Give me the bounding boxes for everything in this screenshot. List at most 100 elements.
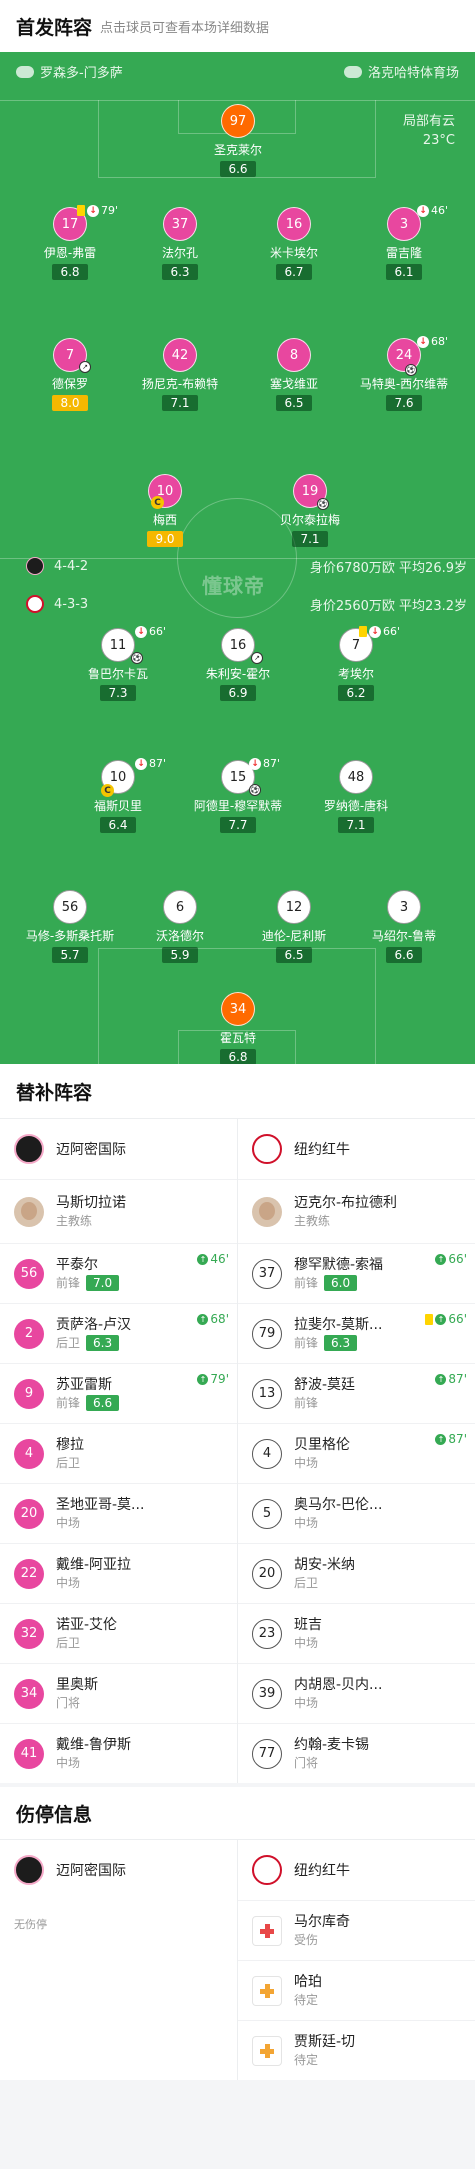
away-injury-column: 纽约红牛 马尔库奇 受伤 哈珀 待定 贾斯廷-切 待定 xyxy=(237,1840,475,2080)
doubtful-icon xyxy=(252,2035,282,2066)
sub-in-time: ↑ 66' xyxy=(435,1252,467,1266)
player-events: ↓ 79' xyxy=(77,204,118,217)
bench-player-row[interactable]: 37 穆罕默德-索福 前锋 6.0 ↑ 66' xyxy=(238,1243,475,1303)
goal-icon: ⚽ xyxy=(249,784,261,796)
player-events: ↓ 87' xyxy=(135,757,166,770)
bench-player-row[interactable]: 23 班吉 中场 xyxy=(238,1603,475,1663)
bench-player-row[interactable]: 13 舒波-莫廷 前锋 ↑ 87' xyxy=(238,1363,475,1423)
bench-player-row[interactable]: 2 贡萨洛-卢汉 后卫 6.3 ↑ 68' xyxy=(0,1303,237,1363)
away-team-row[interactable]: 纽约红牛 xyxy=(238,1119,475,1179)
yellow-card-icon xyxy=(77,205,85,216)
player-number: 97 xyxy=(221,104,255,138)
sub-out-icon: ↓ xyxy=(135,625,147,638)
starting-lineup-header: 首发阵容 点击球员可查看本场详细数据 xyxy=(0,0,475,52)
away-formation: 4-3-3 xyxy=(26,595,88,613)
injury-player-row[interactable]: 马尔库奇 受伤 xyxy=(238,1900,475,1960)
player-home-10[interactable]: 10 C 梅西 9.0 xyxy=(110,474,220,547)
player-home-16[interactable]: 16 米卡埃尔 6.7 xyxy=(239,207,349,280)
team-icon xyxy=(16,65,34,78)
player-events: ↓ 66' xyxy=(135,625,166,638)
home-bench-column: 迈阿密国际 马斯切拉诺 主教练 56 平泰尔 前锋 7.0 ↑ 46' 2 贡萨洛-卢汉… xyxy=(0,1119,237,1783)
sub-out-icon: ↓ xyxy=(135,757,147,770)
doubtful-icon xyxy=(252,1975,282,2006)
player-away-6[interactable]: 6 沃洛德尔 5.9 xyxy=(125,890,235,963)
home-formation: 4-4-2 xyxy=(26,557,88,575)
player-home-24[interactable]: 24 ↓ 68' ⚽ 马特奥-西尔维蒂 7.6 xyxy=(349,335,459,411)
player-events: ↓ 68' xyxy=(417,335,448,348)
away-bench-column: 纽约红牛 迈克尔-布拉德利 主教练 37 穆罕默德-索福 前锋 6.0 ↑ 66' 79… xyxy=(237,1119,475,1783)
away-coach-row[interactable]: 迈克尔-布拉德利 主教练 xyxy=(238,1179,475,1243)
ny-red-bulls-logo-icon xyxy=(252,1134,282,1164)
sub-in-time: ↑ 66' xyxy=(425,1312,467,1326)
sub-in-time: ↑ 46' xyxy=(197,1252,229,1266)
bench-player-row[interactable]: 41 戴维-鲁伊斯 中场 xyxy=(0,1723,237,1783)
assist-icon: ↗ xyxy=(79,361,91,373)
no-injuries-text: 无伤停 xyxy=(14,1918,47,1931)
stadium-icon xyxy=(343,65,362,78)
home-team-row[interactable]: 迈阿密国际 xyxy=(0,1119,237,1179)
player-away-3[interactable]: 3 马绍尔-鲁蒂 6.6 xyxy=(349,890,459,963)
player-home-37[interactable]: 37 法尔孔 6.3 xyxy=(125,207,235,280)
player-home-19[interactable]: 19 ⚽ 贝尔泰拉梅 7.1 xyxy=(255,474,365,547)
weather-info: 局部有云 23°C xyxy=(402,114,455,148)
bench-player-row[interactable]: 20 圣地亚哥-莫... 中场 xyxy=(0,1483,237,1543)
bench-player-row[interactable]: 20 胡安-米纳 后卫 xyxy=(238,1543,475,1603)
player-away-11[interactable]: 11 ↓ 66' ⚽ 鲁巴尔卡瓦 7.3 xyxy=(63,625,173,701)
injury-player-row[interactable]: 哈珀 待定 xyxy=(238,1960,475,2020)
away-value: 身价2560万欧 平均23.2岁 xyxy=(309,599,467,614)
goal-icon: ⚽ xyxy=(405,364,417,376)
away-team-row[interactable]: 纽约红牛 xyxy=(238,1840,475,1900)
yellow-card-icon xyxy=(359,626,367,637)
player-home-8[interactable]: 8 塞戈维亚 6.5 xyxy=(239,338,349,411)
inter-miami-logo-icon xyxy=(14,1855,44,1885)
injury-header: 伤停信息 xyxy=(0,1787,475,1839)
player-home-7[interactable]: 7 ↗ 德保罗 8.0 xyxy=(15,338,125,411)
away-stadium-label: 洛克哈特体育场 xyxy=(343,62,459,81)
player-away-16[interactable]: 16 ↗ 朱利安-霍尔 6.9 xyxy=(183,628,293,701)
sub-in-icon: ↑ xyxy=(435,1313,447,1325)
player-home-97[interactable]: 97 圣克莱尔 6.6 xyxy=(183,104,293,177)
captain-icon: C xyxy=(151,496,164,509)
home-injury-column: 迈阿密国际 无伤停 xyxy=(0,1840,237,2080)
player-home-42[interactable]: 42 扬尼克-布赖特 7.1 xyxy=(125,338,235,411)
sub-out-icon: ↓ xyxy=(369,625,381,638)
bench-player-row[interactable]: 34 里奥斯 门将 xyxy=(0,1663,237,1723)
bench-player-row[interactable]: 22 戴维-阿亚拉 中场 xyxy=(0,1543,237,1603)
bench-player-row[interactable]: 4 穆拉 后卫 xyxy=(0,1423,237,1483)
home-team-row[interactable]: 迈阿密国际 xyxy=(0,1840,237,1900)
player-away-56[interactable]: 56 马修-多斯桑托斯 5.7 xyxy=(15,890,125,963)
player-away-12[interactable]: 12 迪伦-尼利斯 6.5 xyxy=(239,890,349,963)
bench-player-row[interactable]: 39 内胡恩-贝内... 中场 xyxy=(238,1663,475,1723)
bench-header: 替补阵容 xyxy=(0,1064,475,1118)
watermark: 懂球帝 xyxy=(202,574,265,598)
ny-red-bulls-logo-icon xyxy=(252,1855,282,1885)
injury-player-row[interactable]: 贾斯廷-切 待定 xyxy=(238,2020,475,2080)
bench-player-row[interactable]: 9 苏亚雷斯 前锋 6.6 ↑ 79' xyxy=(0,1363,237,1423)
player-events: ↓ 66' xyxy=(359,625,400,638)
bench-player-row[interactable]: 79 拉斐尔-莫斯... 前锋 6.3 ↑ 66' xyxy=(238,1303,475,1363)
substitutes-section: 替补阵容 迈阿密国际 马斯切拉诺 主教练 56 平泰尔 前锋 7.0 ↑ 46' 2 贡… xyxy=(0,1064,475,2080)
coach-avatar xyxy=(252,1196,282,1227)
injury-icon xyxy=(252,1915,282,1946)
sub-in-time: ↑ 68' xyxy=(197,1312,229,1326)
player-away-48[interactable]: 48 罗纳德-唐科 7.1 xyxy=(301,760,411,833)
sub-out-icon: ↓ xyxy=(417,335,429,348)
player-away-7[interactable]: 7 ↓ 66' 考埃尔 6.2 xyxy=(301,625,411,701)
player-events: ↓ 87' xyxy=(249,757,280,770)
player-away-34[interactable]: 34 霍瓦特 6.8 xyxy=(183,992,293,1064)
bench-player-row[interactable]: 77 约翰-麦卡锡 门将 xyxy=(238,1723,475,1783)
bench-player-row[interactable]: 5 奥马尔-巴伦... 中场 xyxy=(238,1483,475,1543)
section-subtitle: 点击球员可查看本场详细数据 xyxy=(100,20,270,36)
player-away-15[interactable]: 15 ↓ 87' ⚽ 阿德里-穆罕默蒂 7.7 xyxy=(183,757,293,833)
player-away-10[interactable]: 10 ↓ 87' C 福斯贝里 6.4 xyxy=(63,757,173,833)
bench-player-row[interactable]: 32 诺亚-艾伦 后卫 xyxy=(0,1603,237,1663)
bench-player-row[interactable]: 4 贝里格伦 中场 ↑ 87' xyxy=(238,1423,475,1483)
player-home-3[interactable]: 3 ↓ 46' 雷吉隆 6.1 xyxy=(349,204,459,280)
home-coach-row[interactable]: 马斯切拉诺 主教练 xyxy=(0,1179,237,1243)
sub-in-icon: ↑ xyxy=(197,1253,209,1265)
assist-icon: ↗ xyxy=(251,652,263,664)
player-events: ↓ 46' xyxy=(417,204,448,217)
player-home-17[interactable]: 17 ↓ 79' 伊恩-弗雷 6.8 xyxy=(15,204,125,280)
home-value: 身价6780万欧 平均26.9岁 xyxy=(309,561,467,576)
bench-player-row[interactable]: 56 平泰尔 前锋 7.0 ↑ 46' xyxy=(0,1243,237,1303)
